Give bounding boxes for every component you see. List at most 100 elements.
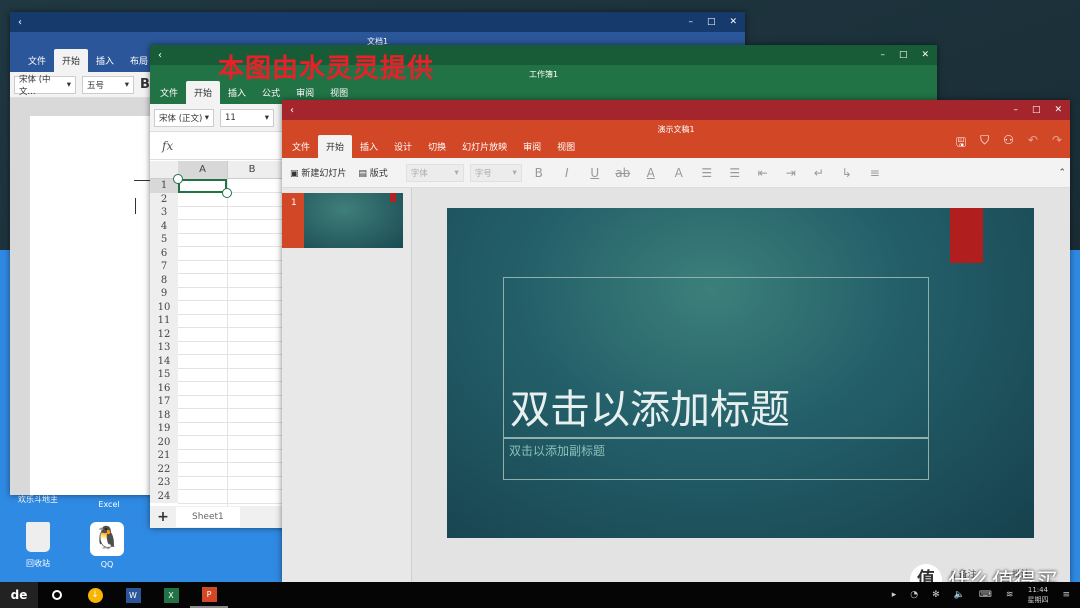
row-header[interactable]: 13: [150, 341, 178, 355]
clock[interactable]: 11:44 星期四: [1027, 585, 1048, 605]
font-select[interactable]: 宋体 (正文) ▾: [154, 108, 214, 127]
underline-icon[interactable]: U: [584, 166, 606, 180]
tray-network-icon[interactable]: ✻: [932, 590, 940, 600]
start-logo-icon[interactable]: de: [0, 582, 38, 608]
subtitle-placeholder[interactable]: 双击以添加副标题: [503, 438, 929, 480]
tray-arrow-icon[interactable]: ▸: [892, 590, 897, 600]
word-page[interactable]: [30, 116, 154, 495]
back-icon[interactable]: ‹: [18, 17, 22, 28]
row-header[interactable]: 16: [150, 381, 178, 395]
minimize-icon[interactable]: –: [688, 17, 693, 27]
tab-insert[interactable]: 插入: [352, 135, 386, 158]
tab-slideshow[interactable]: 幻灯片放映: [454, 135, 515, 158]
tab-view[interactable]: 视图: [549, 135, 583, 158]
row-header[interactable]: 7: [150, 260, 178, 274]
title-placeholder[interactable]: 双击以添加标题: [503, 277, 929, 438]
size-select[interactable]: 五号 ▾: [82, 75, 134, 94]
close-icon[interactable]: ✕: [921, 50, 929, 60]
minimize-icon[interactable]: –: [1013, 105, 1018, 115]
sheet-tab-sheet1[interactable]: Sheet1: [176, 507, 240, 527]
row-header[interactable]: 11: [150, 314, 178, 328]
column-header-a[interactable]: A: [178, 161, 227, 179]
collapse-ribbon-icon[interactable]: ⌃: [1058, 168, 1066, 178]
close-icon[interactable]: ✕: [729, 17, 737, 27]
desktop-icon-excel-label[interactable]: Excel: [79, 500, 139, 509]
row-header[interactable]: 12: [150, 327, 178, 341]
save-icon[interactable]: 🖫: [956, 133, 966, 154]
undo-icon[interactable]: ↶: [1028, 133, 1038, 154]
font-color-icon[interactable]: A: [640, 166, 662, 180]
tab-home[interactable]: 开始: [318, 135, 353, 158]
tab-home[interactable]: 开始: [54, 49, 89, 72]
row-header[interactable]: 20: [150, 435, 178, 449]
rtl-icon[interactable]: ↳: [836, 166, 858, 180]
tab-file[interactable]: 文件: [152, 81, 186, 104]
size-select[interactable]: 11 ▾: [220, 108, 274, 127]
minimize-icon[interactable]: –: [880, 50, 885, 60]
keyboard-icon[interactable]: ⌨: [979, 590, 992, 600]
bold-icon[interactable]: B: [528, 166, 550, 180]
download-icon[interactable]: ↓: [76, 582, 114, 608]
spreadsheet-grid[interactable]: A B 1 2 3 4 5 6 7 8 9 10 11 12 13 14 15 16 17 18 19 20 21 22 2…: [150, 161, 282, 506]
font-select[interactable]: 字体 ▾: [405, 163, 464, 182]
row-header[interactable]: 2: [150, 192, 178, 206]
decrease-indent-icon[interactable]: ⇤: [752, 166, 774, 180]
row-header[interactable]: 18: [150, 408, 178, 422]
search-circle-icon[interactable]: [38, 582, 76, 608]
tray-clock-icon[interactable]: ◔: [910, 590, 918, 600]
selected-cell-a1[interactable]: [178, 179, 227, 193]
italic-icon[interactable]: I: [556, 166, 578, 180]
close-icon[interactable]: ✕: [1054, 105, 1062, 115]
desktop-icon-qq[interactable]: 🐧 QQ: [77, 522, 137, 569]
tab-file[interactable]: 文件: [20, 49, 54, 72]
bullet-list-icon[interactable]: ☰: [696, 166, 718, 180]
maximize-icon[interactable]: □: [1032, 105, 1041, 115]
tab-file[interactable]: 文件: [284, 135, 318, 158]
slide-thumbnail-1[interactable]: 1: [282, 193, 403, 248]
row-header[interactable]: 9: [150, 287, 178, 301]
row-header[interactable]: 5: [150, 233, 178, 247]
tab-transitions[interactable]: 切换: [420, 135, 454, 158]
wifi-icon[interactable]: ≋: [1006, 590, 1014, 600]
layout-button[interactable]: ▤ 版式: [358, 166, 387, 179]
selection-handle[interactable]: [222, 188, 232, 198]
desktop-icon-recycle-bin[interactable]: 回收站: [8, 522, 68, 569]
word-app-icon[interactable]: W: [114, 582, 152, 608]
row-header[interactable]: 22: [150, 462, 178, 476]
powerpoint-app-icon[interactable]: P: [190, 582, 228, 608]
tab-review[interactable]: 审阅: [515, 135, 549, 158]
slide-canvas[interactable]: 双击以添加标题 双击以添加副标题: [447, 208, 1034, 538]
excel-app-icon[interactable]: X: [152, 582, 190, 608]
align-icon[interactable]: ≡: [864, 166, 886, 180]
clear-format-icon[interactable]: A: [668, 166, 690, 180]
column-header-b[interactable]: B: [227, 161, 276, 179]
numbered-list-icon[interactable]: ☰: [724, 166, 746, 180]
volume-icon[interactable]: 🔈: [954, 590, 965, 600]
tab-home[interactable]: 开始: [186, 81, 221, 104]
notification-menu-icon[interactable]: ≡: [1062, 590, 1070, 600]
increase-indent-icon[interactable]: ⇥: [780, 166, 802, 180]
row-header[interactable]: 17: [150, 395, 178, 409]
row-header[interactable]: 4: [150, 219, 178, 233]
row-header[interactable]: 23: [150, 476, 178, 490]
row-header[interactable]: 21: [150, 449, 178, 463]
back-icon[interactable]: ‹: [158, 50, 162, 61]
row-header[interactable]: 6: [150, 246, 178, 260]
ltr-icon[interactable]: ↵: [808, 166, 830, 180]
back-icon[interactable]: ‹: [290, 105, 294, 116]
row-header[interactable]: 3: [150, 206, 178, 220]
row-header[interactable]: 15: [150, 368, 178, 382]
row-header[interactable]: 19: [150, 422, 178, 436]
present-icon[interactable]: ⛉: [980, 133, 989, 154]
desktop-icon-game-label[interactable]: 欢乐斗地主: [8, 494, 68, 505]
strikethrough-icon[interactable]: ab: [612, 166, 634, 180]
tab-design[interactable]: 设计: [386, 135, 420, 158]
size-select[interactable]: 字号 ▾: [469, 163, 522, 182]
share-user-icon[interactable]: ⚇: [1003, 133, 1014, 154]
redo-icon[interactable]: ↷: [1052, 133, 1062, 154]
row-header[interactable]: 24: [150, 489, 178, 503]
tab-insert[interactable]: 插入: [88, 49, 122, 72]
selection-handle[interactable]: [173, 174, 183, 184]
add-sheet-button[interactable]: +: [150, 509, 176, 525]
row-header[interactable]: 8: [150, 273, 178, 287]
